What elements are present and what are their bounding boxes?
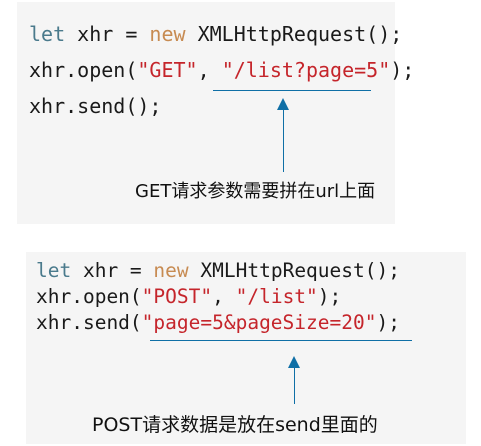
- code-ident: xhr =: [65, 22, 150, 46]
- get-annotation: GET请求参数需要拼在url上面: [135, 181, 376, 202]
- get-line-3: xhr.send();: [29, 94, 162, 118]
- get-example-panel: let xhr = new XMLHttpRequest(); xhr.open…: [17, 2, 414, 224]
- code-url-string: "/list": [235, 285, 318, 308]
- get-line-1: let xhr = new XMLHttpRequest();: [29, 22, 402, 46]
- post-example-panel: let xhr = new XMLHttpRequest(); xhr.open…: [26, 252, 466, 444]
- code-constructor: XMLHttpRequest();: [185, 22, 403, 46]
- code-separator: ,: [212, 285, 236, 308]
- code-close: );: [390, 58, 415, 82]
- code-url-string: "/list?page=5": [221, 58, 391, 82]
- post-arrow-shaft: [294, 368, 295, 404]
- post-arrow-head: [288, 356, 300, 368]
- keyword-new: new: [149, 22, 186, 46]
- get-arrow-head: [277, 98, 289, 110]
- post-line-2: xhr.open("POST", "/list");: [36, 285, 341, 308]
- code-close: );: [376, 311, 400, 334]
- keyword-new: new: [153, 259, 189, 282]
- code-method-string: "POST": [141, 285, 213, 308]
- post-code-block: let xhr = new XMLHttpRequest(); xhr.open…: [36, 258, 400, 336]
- get-code-block: let xhr = new XMLHttpRequest(); xhr.open…: [29, 16, 414, 124]
- code-separator: ,: [197, 58, 222, 82]
- post-body-underline: [150, 340, 412, 341]
- code-method-string: "GET": [137, 58, 198, 82]
- code-send-call: xhr.send(: [36, 311, 142, 334]
- get-url-underline: [213, 90, 371, 91]
- keyword-let: let: [36, 259, 72, 282]
- code-body-string: "page=5&pageSize=20": [141, 311, 377, 334]
- post-annotation: POST请求数据是放在send里面的: [92, 414, 378, 436]
- code-ident: xhr =: [71, 259, 154, 282]
- code-open-call: xhr.open(: [29, 58, 138, 82]
- get-line-2: xhr.open("GET", "/list?page=5");: [29, 58, 414, 82]
- post-line-1: let xhr = new XMLHttpRequest();: [36, 259, 400, 282]
- code-close: );: [317, 285, 342, 308]
- keyword-let: let: [29, 22, 66, 46]
- post-line-3: xhr.send("page=5&pageSize=20");: [36, 311, 400, 334]
- code-open-call: xhr.open(: [36, 285, 142, 308]
- code-constructor: XMLHttpRequest();: [188, 259, 400, 282]
- get-arrow-shaft: [283, 110, 284, 172]
